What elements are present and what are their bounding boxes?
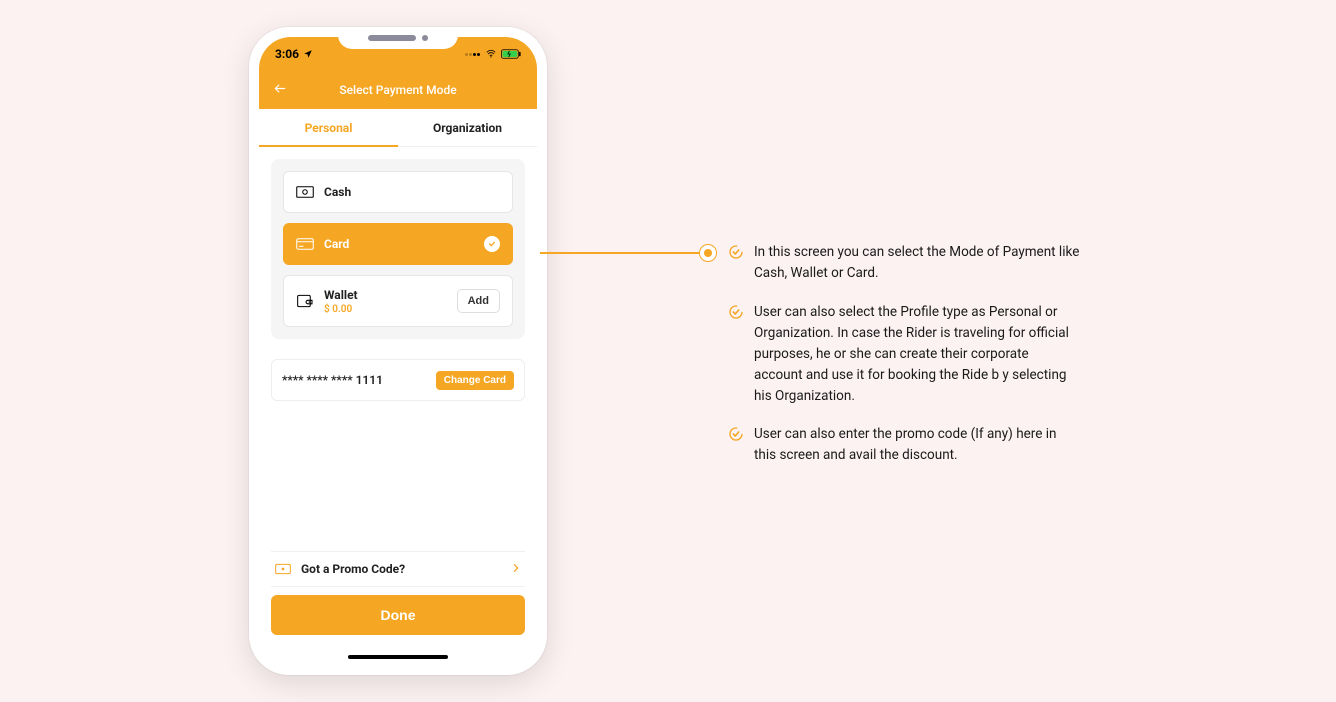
option-card-label: Card	[324, 237, 349, 251]
check-circle-icon	[484, 236, 500, 252]
cash-icon	[296, 185, 314, 199]
back-button[interactable]	[271, 82, 289, 99]
card-masked-number: **** **** **** 1111	[282, 373, 383, 387]
annotation-item: User can also enter the promo code (If a…	[728, 424, 1080, 466]
payment-options-panel: Cash Card Wallet $ 0.00 Add	[271, 159, 525, 339]
callout-line	[540, 252, 700, 254]
arrow-left-icon	[271, 82, 289, 96]
check-circle-icon	[728, 304, 744, 320]
annotation-item: In this screen you can select the Mode o…	[728, 242, 1080, 284]
content-area: Cash Card Wallet $ 0.00 Add	[259, 147, 537, 413]
notch-camera	[422, 35, 428, 41]
tab-personal[interactable]: Personal	[259, 109, 398, 146]
check-circle-icon	[728, 426, 744, 442]
card-icon	[296, 237, 314, 251]
option-wallet-label: Wallet	[324, 288, 358, 302]
wallet-balance: $ 0.00	[324, 304, 358, 315]
promo-label: Got a Promo Code?	[301, 562, 405, 576]
option-cash[interactable]: Cash	[283, 171, 513, 213]
wallet-info: Wallet $ 0.00	[324, 288, 358, 315]
tabs: Personal Organization	[259, 109, 537, 147]
cellular-signal-icon	[465, 47, 481, 61]
option-wallet[interactable]: Wallet $ 0.00 Add	[283, 275, 513, 327]
location-arrow-icon	[303, 49, 313, 59]
notch-speaker	[368, 35, 416, 41]
home-indicator	[348, 655, 448, 659]
status-time: 3:06	[275, 47, 299, 61]
annotation-text: User can also enter the promo code (If a…	[754, 424, 1080, 466]
navbar-title: Select Payment Mode	[339, 83, 456, 97]
annotation-text: In this screen you can select the Mode o…	[754, 242, 1080, 284]
phone-notch	[338, 27, 458, 49]
option-card[interactable]: Card	[283, 223, 513, 265]
chevron-right-icon	[511, 562, 521, 577]
wallet-icon	[296, 294, 314, 308]
saved-card-row: **** **** **** 1111 Change Card	[271, 359, 525, 401]
check-circle-icon	[728, 244, 744, 260]
phone-frame: 3:06 Select Payment Mode Personal Organi…	[249, 27, 547, 675]
ticket-icon	[275, 563, 291, 575]
phone-screen: 3:06 Select Payment Mode Personal Organi…	[259, 37, 537, 665]
add-wallet-button[interactable]: Add	[457, 289, 500, 313]
annotation-list: In this screen you can select the Mode o…	[728, 242, 1080, 484]
annotation-item: User can also select the Profile type as…	[728, 302, 1080, 407]
wifi-icon	[485, 49, 497, 59]
done-button[interactable]: Done	[271, 595, 525, 635]
annotation-text: User can also select the Profile type as…	[754, 302, 1080, 407]
option-cash-label: Cash	[324, 185, 351, 199]
battery-charging-icon	[501, 49, 521, 59]
callout-marker	[699, 244, 717, 262]
change-card-button[interactable]: Change Card	[436, 371, 514, 390]
tab-organization[interactable]: Organization	[398, 109, 537, 146]
navbar: Select Payment Mode	[259, 71, 537, 109]
promo-code-row[interactable]: Got a Promo Code?	[271, 551, 525, 587]
